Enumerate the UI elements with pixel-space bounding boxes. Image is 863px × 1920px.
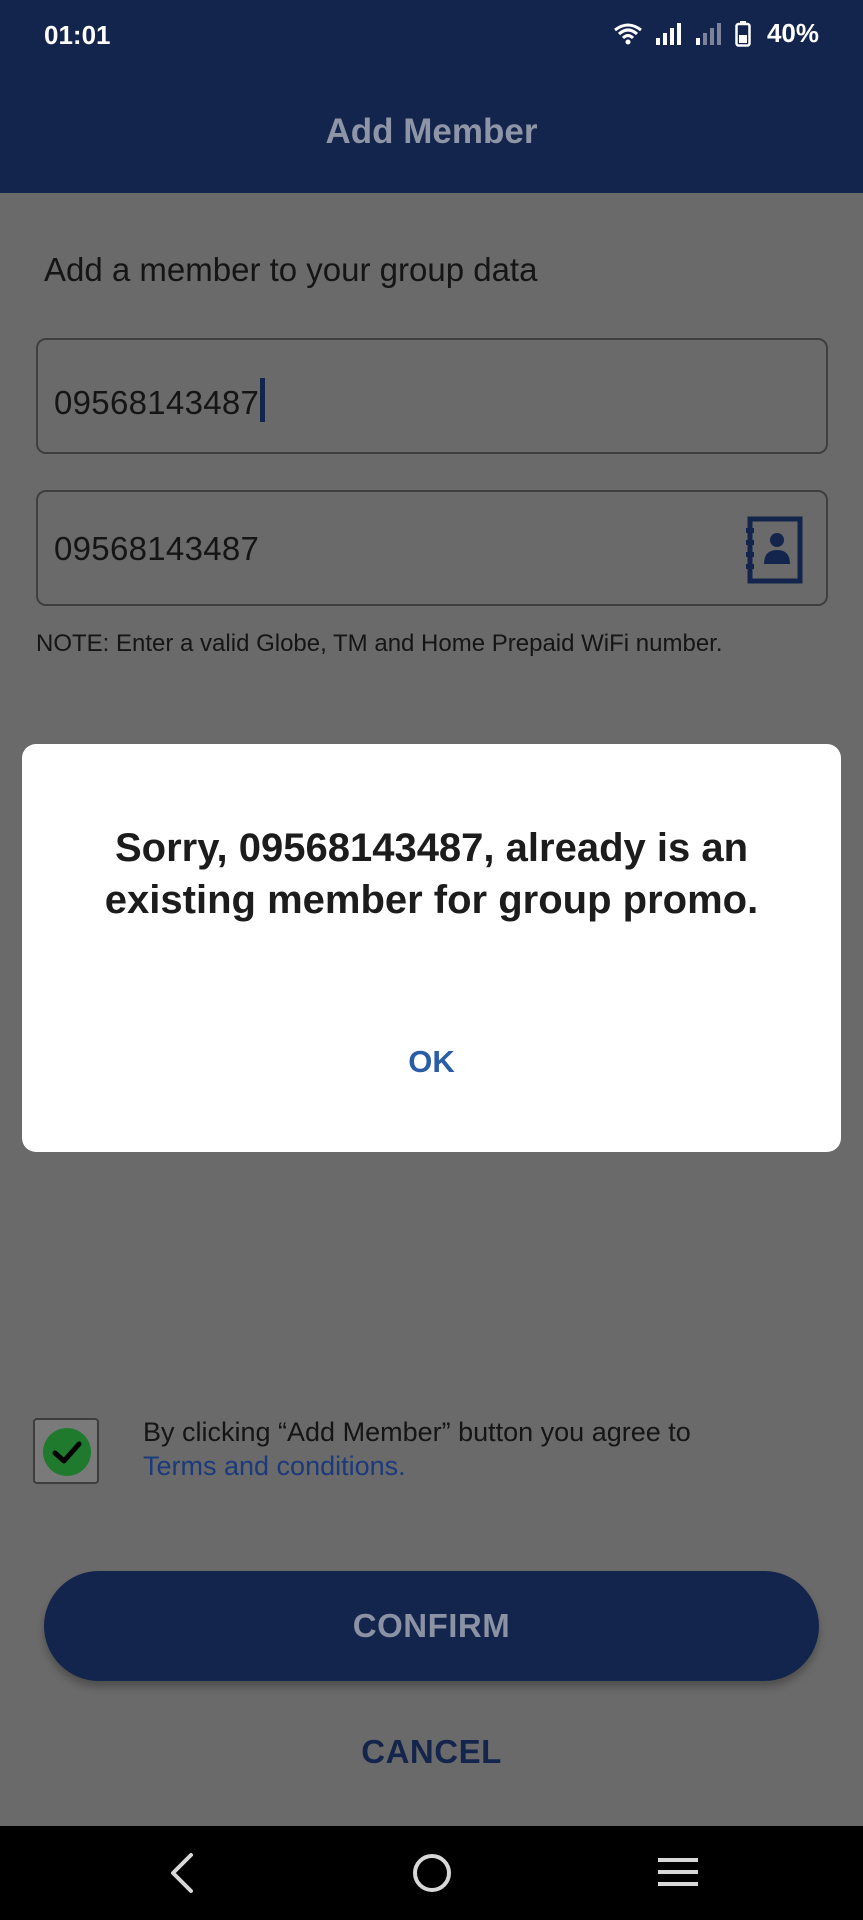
- error-dialog: Sorry, 09568143487, already is an existi…: [22, 744, 841, 1152]
- terms-agree-text: By clicking “Add Member” button you agre…: [143, 1417, 691, 1447]
- signal-weak-icon: [695, 22, 721, 45]
- status-icons: 40%: [613, 18, 819, 49]
- app-header: Add Member: [0, 70, 863, 193]
- system-nav-bar: [0, 1826, 863, 1920]
- mobile-number-input[interactable]: 09568143487: [36, 338, 828, 454]
- wifi-icon: [614, 23, 642, 44]
- home-icon[interactable]: [411, 1850, 453, 1896]
- form-subtitle: Add a member to your group data: [44, 251, 538, 288]
- check-circle-icon: [43, 1428, 91, 1476]
- status-bar: 01:01 40%: [0, 0, 863, 70]
- terms-checkbox[interactable]: [33, 1418, 99, 1484]
- contacts-book-icon[interactable]: [744, 516, 804, 584]
- battery-icon: [735, 20, 751, 47]
- text-cursor: [260, 378, 266, 422]
- terms-link[interactable]: Terms and conditions.: [143, 1449, 691, 1483]
- status-time: 01:01: [44, 20, 111, 50]
- terms-text: By clicking “Add Member” button you agre…: [143, 1415, 691, 1483]
- mobile-number-value: 09568143487: [54, 378, 266, 422]
- confirm-number-input[interactable]: 09568143487: [36, 490, 828, 606]
- confirm-button[interactable]: CONFIRM: [44, 1571, 819, 1681]
- signal-icon: [655, 22, 681, 45]
- cancel-button[interactable]: CANCEL: [0, 1733, 863, 1771]
- confirm-number-value: 09568143487: [54, 530, 260, 567]
- note-text: NOTE: Enter a valid Globe, TM and Home P…: [36, 630, 723, 657]
- recent-apps-icon[interactable]: [656, 1854, 700, 1892]
- back-icon[interactable]: [165, 1850, 199, 1896]
- dialog-message: Sorry, 09568143487, already is an existi…: [104, 826, 759, 922]
- page-title: Add Member: [325, 112, 538, 151]
- dialog-ok-button[interactable]: OK: [22, 1044, 841, 1080]
- battery-percent: 40%: [766, 18, 819, 48]
